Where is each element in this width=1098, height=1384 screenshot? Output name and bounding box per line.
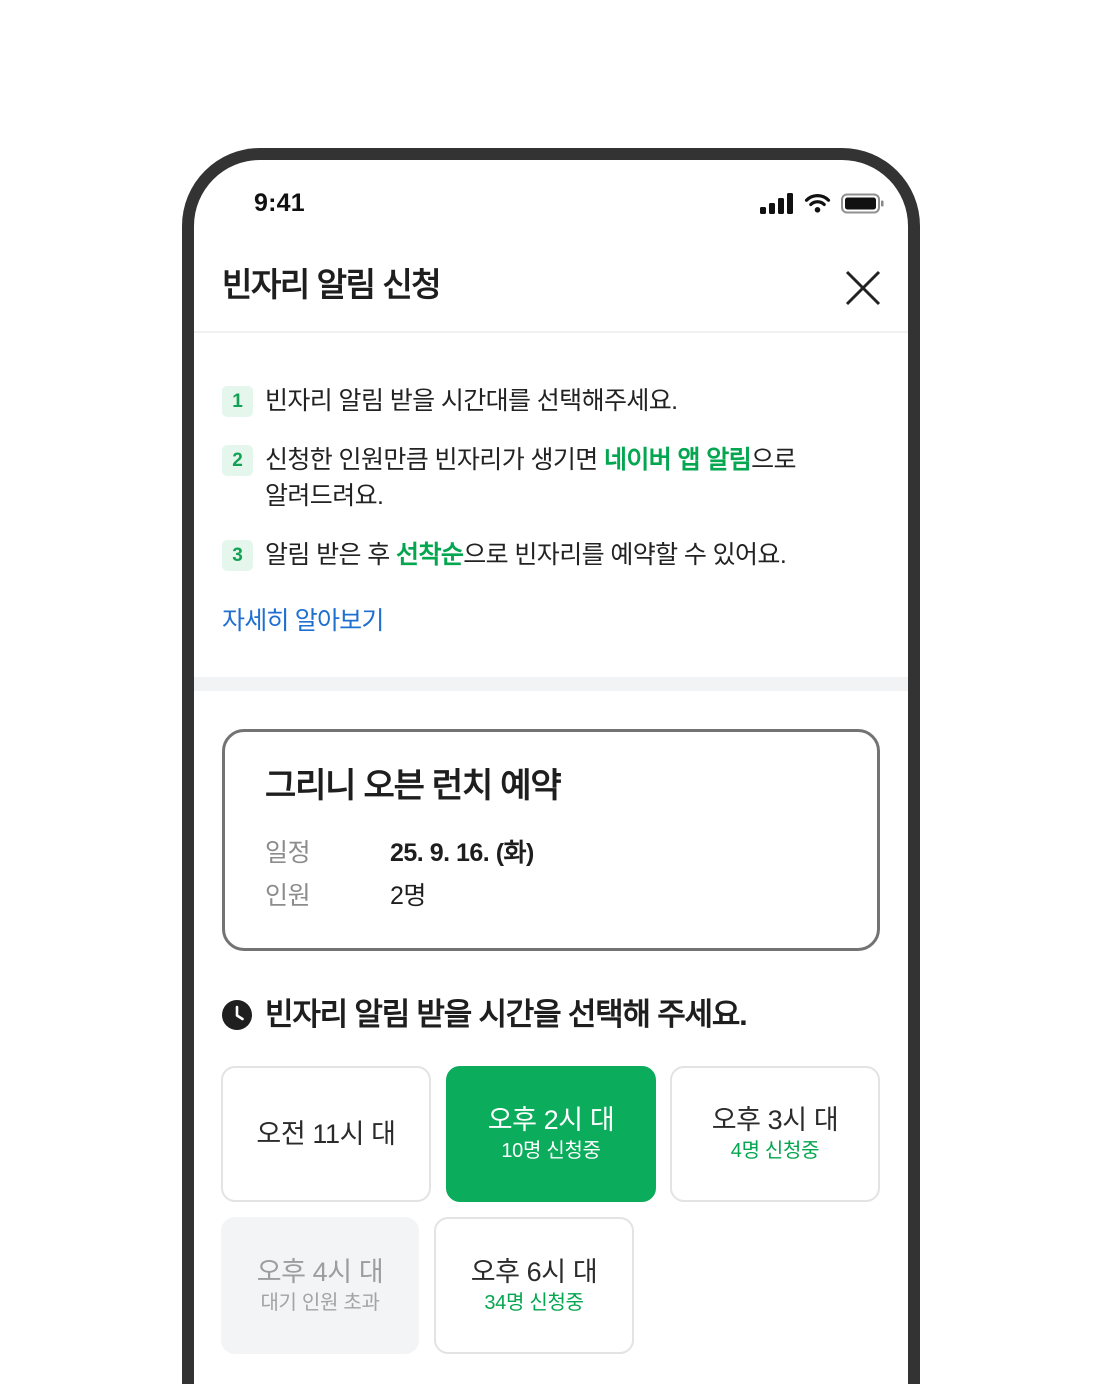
step-text-part: 알림 받은 후 <box>265 541 397 569</box>
step-item: 3 알림 받은 후 선착순으로 빈자리를 예약할 수 있어요. <box>222 537 886 573</box>
step-number-badge: 2 <box>222 445 253 476</box>
step-text: 빈자리 알림 받을 시간대를 선택해주세요. <box>265 383 875 419</box>
time-slot-status: 4명 신청중 <box>730 1140 820 1162</box>
reservation-date-label: 일정 <box>265 839 311 867</box>
phone-frame: 9:41 빈자리 알림 신청 1 빈자리 알림 받을 시간대를 선택해주세요. … <box>182 148 920 1384</box>
time-slot-label: 오후 6시 대 <box>470 1256 598 1287</box>
time-slot-button[interactable]: 오후 6시 대 34명 신청중 <box>434 1217 634 1354</box>
time-slot-status: 34명 신청중 <box>484 1291 584 1314</box>
reservation-card: 그리니 오븐 런치 예약 일정 25. 9. 16. (화) 인원 2명 <box>222 729 880 951</box>
time-slot-label: 오전 11시 대 <box>256 1119 396 1149</box>
reservation-party-label: 인원 <box>265 882 311 910</box>
cellular-signal-icon <box>760 192 794 214</box>
reservation-row-date: 일정 25. 9. 16. (화) <box>265 836 845 870</box>
time-slot-button: 오후 4시 대 대기 인원 초과 <box>221 1217 419 1354</box>
step-number-badge: 3 <box>222 540 253 571</box>
step-text-part: 신청한 인원만큼 빈자리가 생기면 <box>265 446 604 474</box>
time-slot-status: 대기 인원 초과 <box>260 1291 380 1314</box>
reservation-title: 그리니 오븐 런치 예약 <box>265 767 562 805</box>
reservation-date-value: 25. 9. 16. (화) <box>390 839 534 867</box>
step-text-part: 으로 빈자리를 예약할 수 있어요. <box>463 541 787 569</box>
reservation-row-party: 인원 2명 <box>265 879 845 913</box>
section-separator <box>194 677 908 691</box>
step-text: 알림 받은 후 선착순으로 빈자리를 예약할 수 있어요. <box>265 537 875 573</box>
status-icons <box>760 192 884 214</box>
step-item: 1 빈자리 알림 받을 시간대를 선택해주세요. <box>222 383 886 419</box>
status-time: 9:41 <box>254 189 305 217</box>
close-icon <box>845 270 881 306</box>
time-slot-label: 오후 3시 대 <box>711 1105 839 1135</box>
step-number-badge: 1 <box>222 386 253 417</box>
time-slot-label: 오후 2시 대 <box>487 1105 615 1135</box>
step-text: 신청한 인원만큼 빈자리가 생기면 네이버 앱 알림으로 알려드려요. <box>265 442 875 514</box>
time-slot-button[interactable]: 오전 11시 대 <box>221 1066 431 1202</box>
step-item: 2 신청한 인원만큼 빈자리가 생기면 네이버 앱 알림으로 알려드려요. <box>222 442 886 514</box>
wifi-icon <box>804 193 831 213</box>
time-section-heading: 빈자리 알림 받을 시간을 선택해 주세요. <box>265 997 748 1032</box>
time-slot-button[interactable]: 오후 2시 대 10명 신청중 <box>446 1066 656 1202</box>
reservation-party-value: 2명 <box>390 882 426 910</box>
time-slot-button[interactable]: 오후 3시 대 4명 신청중 <box>670 1066 880 1202</box>
close-button[interactable] <box>844 269 882 307</box>
page-title: 빈자리 알림 신청 <box>222 266 442 303</box>
clock-icon <box>222 1000 252 1030</box>
header-divider <box>194 331 908 333</box>
step-highlight: 네이버 앱 알림 <box>604 446 752 474</box>
time-slot-label: 오후 4시 대 <box>256 1256 384 1287</box>
battery-icon <box>841 193 884 214</box>
learn-more-link[interactable]: 자세히 알아보기 <box>222 604 384 638</box>
time-slot-status: 10명 신청중 <box>501 1140 601 1162</box>
step-text-part: 빈자리 알림 받을 시간대를 선택해주세요. <box>265 387 678 415</box>
step-highlight: 선착순 <box>396 541 464 569</box>
